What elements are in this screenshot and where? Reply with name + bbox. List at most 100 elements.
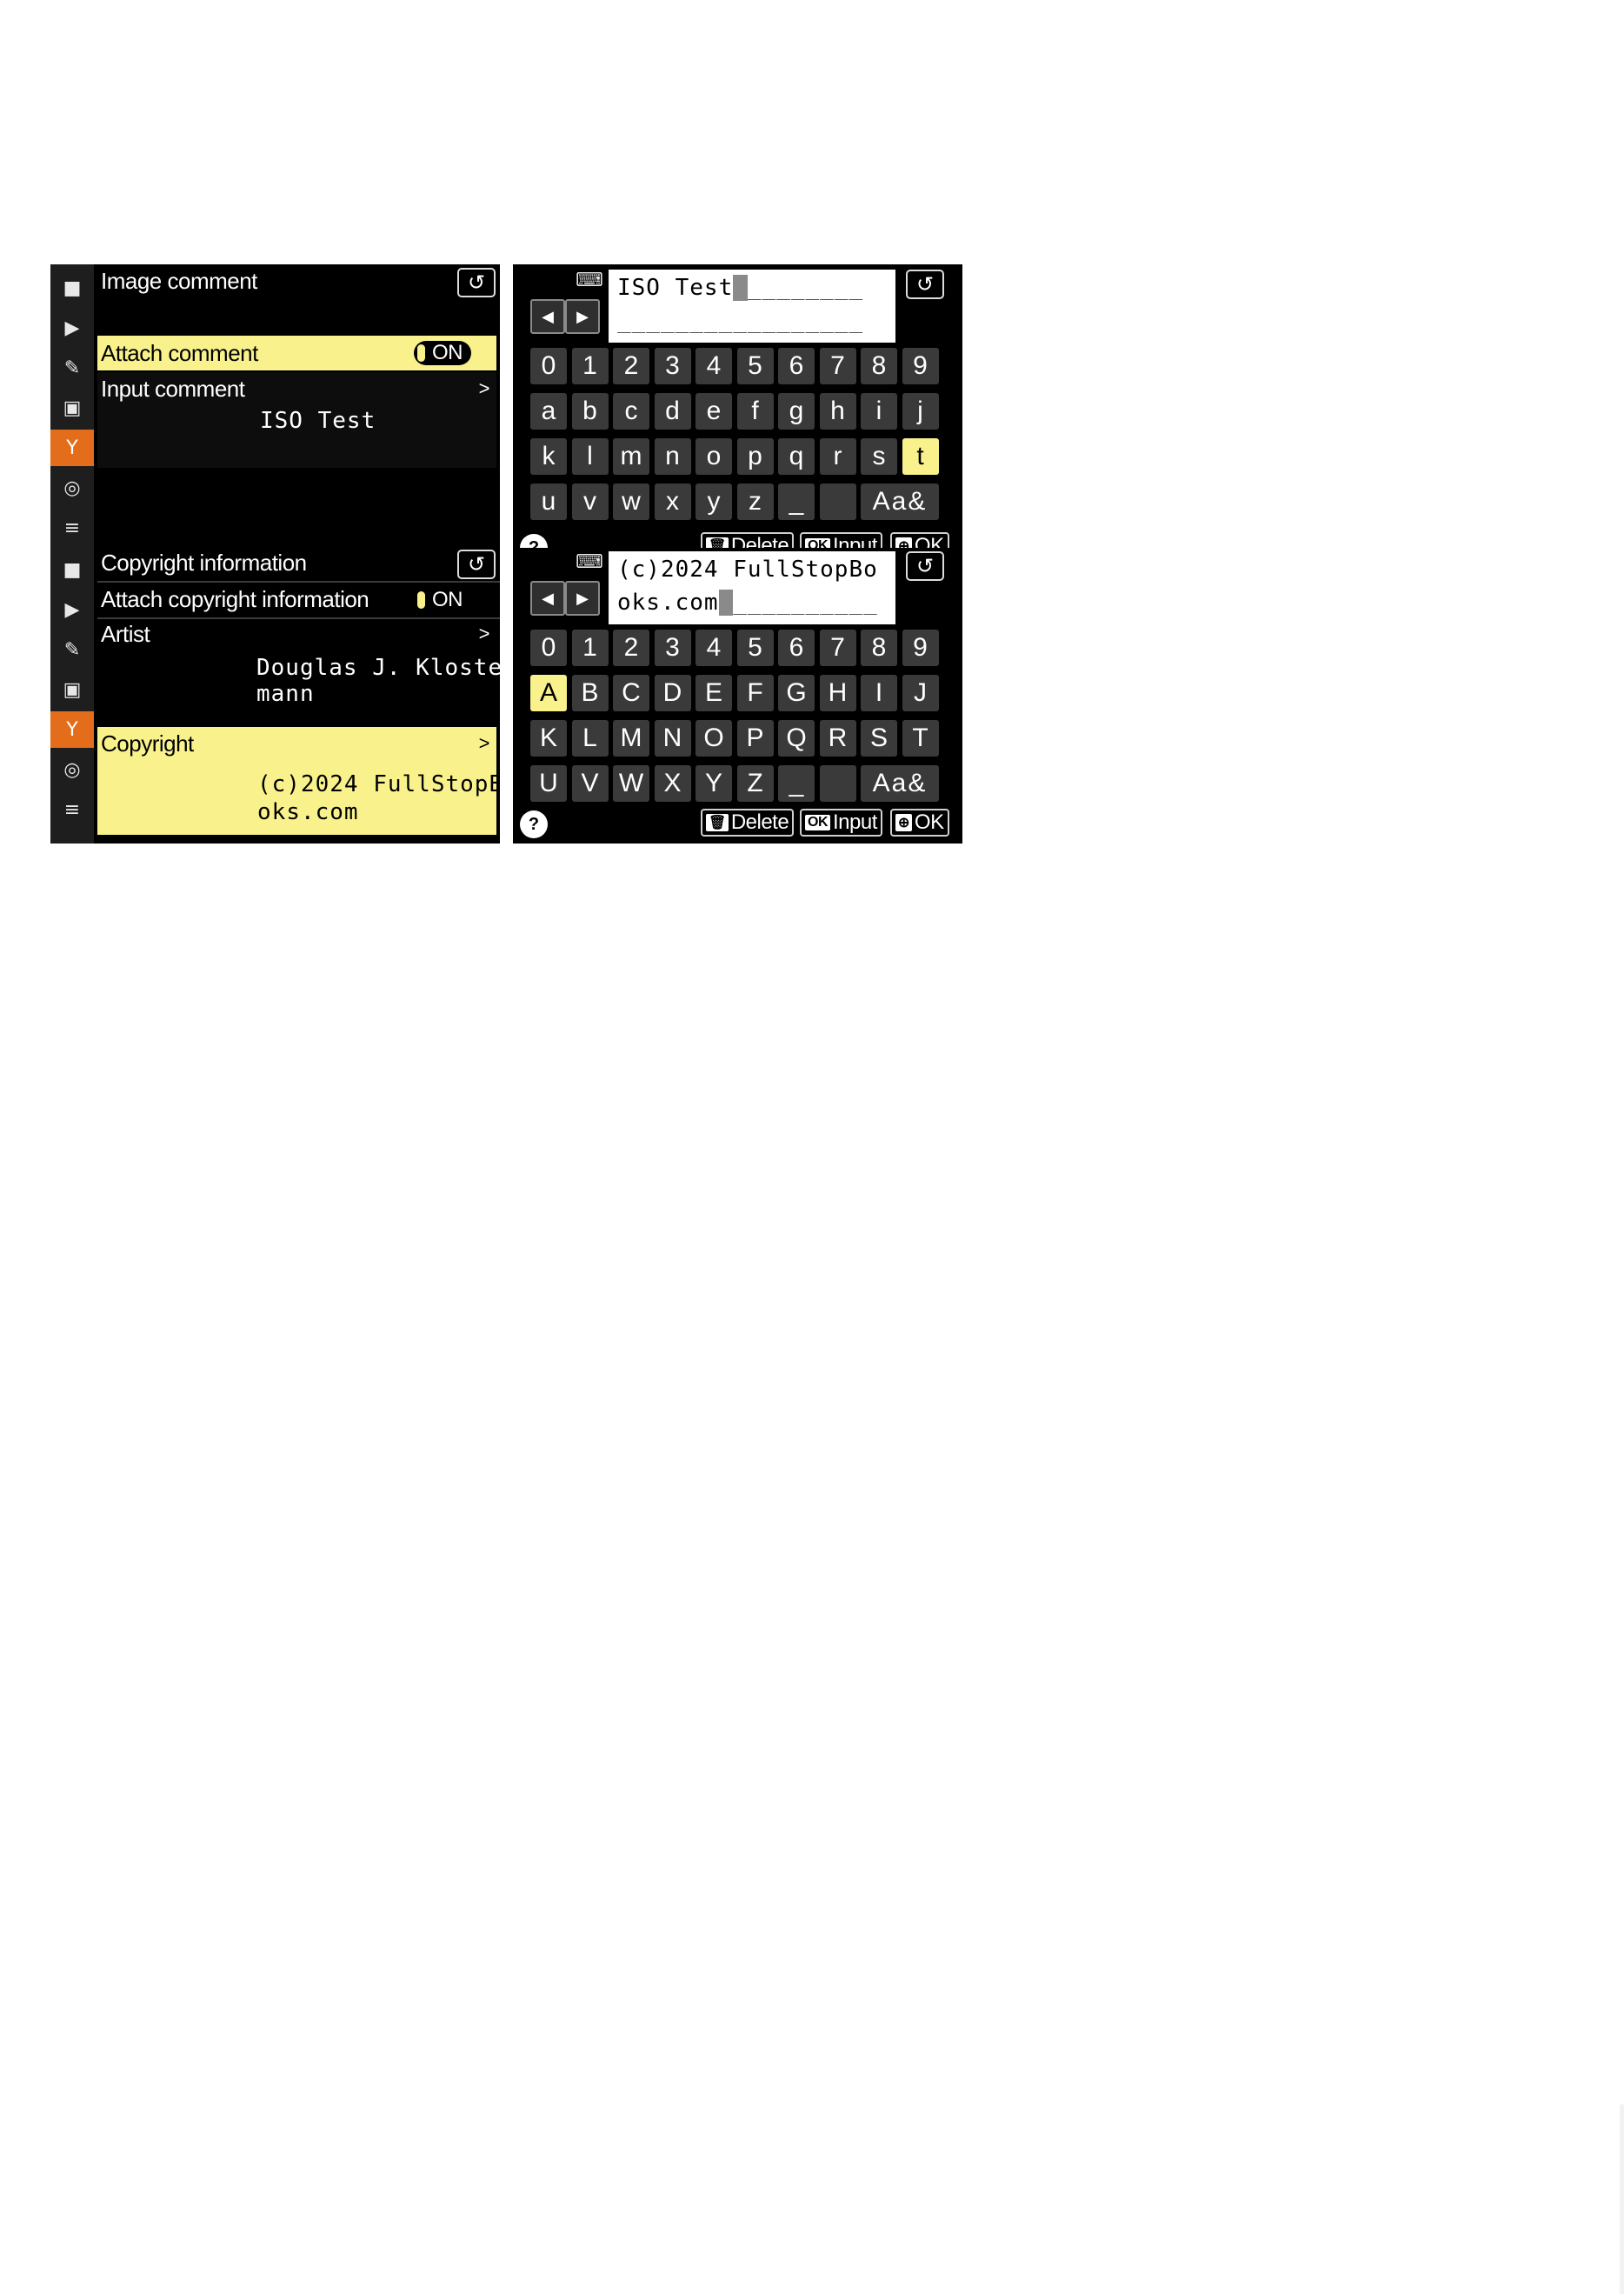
- movie-icon[interactable]: ▶: [50, 591, 94, 628]
- camera-icon[interactable]: ■: [50, 551, 94, 588]
- key[interactable]: e: [696, 393, 732, 430]
- key[interactable]: G: [778, 675, 815, 711]
- playback-icon[interactable]: ▣: [50, 390, 94, 426]
- wrench-icon[interactable]: Y: [50, 430, 94, 466]
- key[interactable]: M: [613, 720, 649, 757]
- key[interactable]: 0: [530, 630, 567, 666]
- key[interactable]: j: [902, 393, 939, 430]
- key[interactable]: 3: [654, 630, 691, 666]
- key[interactable]: L: [571, 720, 609, 757]
- key[interactable]: T: [902, 720, 939, 757]
- case-toggle-key[interactable]: Aa&: [861, 483, 939, 520]
- attach-copyright-toggle[interactable]: ON: [414, 588, 471, 612]
- key[interactable]: g: [778, 393, 815, 430]
- key[interactable]: 9: [902, 348, 939, 384]
- key[interactable]: F: [736, 675, 774, 711]
- attach-comment-row[interactable]: Attach comment ON: [97, 336, 496, 370]
- my-menu-icon[interactable]: ≡: [50, 510, 94, 546]
- help-icon[interactable]: ?: [520, 810, 548, 838]
- key[interactable]: m: [613, 438, 649, 475]
- my-menu-icon[interactable]: ≡: [50, 791, 94, 828]
- pencil-icon[interactable]: ✎: [50, 350, 94, 386]
- key[interactable]: P: [736, 720, 774, 757]
- key[interactable]: 6: [778, 630, 815, 666]
- key[interactable]: N: [654, 720, 691, 757]
- cursor-left-button[interactable]: ◀: [530, 299, 565, 334]
- key[interactable]: B: [571, 675, 609, 711]
- ok-button[interactable]: ⊕ OK: [890, 532, 949, 548]
- key[interactable]: H: [819, 675, 856, 711]
- key[interactable]: 5: [736, 630, 774, 666]
- movie-icon[interactable]: ▶: [50, 310, 94, 346]
- attach-comment-toggle[interactable]: ON: [414, 341, 471, 365]
- copyright-row[interactable]: Copyright > (c)2024 FullStopBo oks.com: [97, 727, 500, 835]
- playback-icon[interactable]: ▣: [50, 671, 94, 708]
- key[interactable]: 2: [613, 630, 649, 666]
- key[interactable]: a: [530, 393, 567, 430]
- camera-icon[interactable]: ■: [50, 270, 94, 306]
- key[interactable]: 8: [861, 630, 897, 666]
- delete-button[interactable]: 🗑 Delete: [701, 532, 795, 548]
- key[interactable]: f: [736, 393, 774, 430]
- key[interactable]: 6: [778, 348, 815, 384]
- text-entry-field[interactable]: (c)2024 FullStopBo oks.com __________: [609, 551, 895, 624]
- key[interactable]: X: [654, 765, 691, 802]
- key[interactable]: z: [736, 483, 774, 520]
- help-icon[interactable]: ?: [520, 534, 548, 548]
- back-button[interactable]: ↺: [457, 268, 496, 297]
- key[interactable]: s: [861, 438, 897, 475]
- key[interactable]: w: [613, 483, 649, 520]
- key[interactable]: 1: [571, 630, 609, 666]
- key[interactable]: o: [696, 438, 732, 475]
- case-toggle-key[interactable]: Aa&: [861, 765, 939, 802]
- key[interactable]: Q: [778, 720, 815, 757]
- key[interactable]: E: [696, 675, 732, 711]
- cursor-right-button[interactable]: ▶: [565, 581, 600, 616]
- key[interactable]: i: [861, 393, 897, 430]
- key[interactable]: J: [902, 675, 939, 711]
- key[interactable]: _: [778, 483, 815, 520]
- key[interactable]: v: [571, 483, 609, 520]
- pencil-icon[interactable]: ✎: [50, 631, 94, 668]
- key[interactable]: h: [819, 393, 856, 430]
- key[interactable]: 9: [902, 630, 939, 666]
- network-icon[interactable]: ◎: [50, 470, 94, 506]
- key[interactable]: 1: [571, 348, 609, 384]
- key[interactable]: y: [696, 483, 732, 520]
- key[interactable]: 8: [861, 348, 897, 384]
- text-entry-field[interactable]: ISO Test ________ _________________: [609, 270, 895, 343]
- key[interactable]: r: [819, 438, 856, 475]
- key[interactable]: t: [902, 438, 939, 475]
- key[interactable]: Z: [736, 765, 774, 802]
- key[interactable]: k: [530, 438, 567, 475]
- cursor-right-button[interactable]: ▶: [565, 299, 600, 334]
- artist-row[interactable]: Artist > Douglas J. Kloster mann: [97, 619, 500, 715]
- key-space[interactable]: [819, 765, 856, 802]
- key[interactable]: Y: [696, 765, 732, 802]
- key[interactable]: I: [861, 675, 897, 711]
- key[interactable]: x: [654, 483, 691, 520]
- key[interactable]: q: [778, 438, 815, 475]
- key[interactable]: 7: [819, 348, 856, 384]
- attach-copyright-row[interactable]: Attach copyright information ON: [97, 583, 496, 617]
- key[interactable]: 2: [613, 348, 649, 384]
- input-comment-row[interactable]: Input comment > ISO Test: [97, 372, 496, 468]
- input-button[interactable]: OK Input: [800, 809, 882, 837]
- key[interactable]: C: [613, 675, 649, 711]
- back-button[interactable]: ↺: [906, 551, 944, 581]
- key[interactable]: u: [530, 483, 567, 520]
- key[interactable]: U: [530, 765, 567, 802]
- back-button[interactable]: ↺: [457, 550, 496, 579]
- key[interactable]: d: [654, 393, 691, 430]
- key[interactable]: 5: [736, 348, 774, 384]
- key[interactable]: 7: [819, 630, 856, 666]
- key[interactable]: O: [696, 720, 732, 757]
- key[interactable]: c: [613, 393, 649, 430]
- back-button[interactable]: ↺: [906, 270, 944, 299]
- network-icon[interactable]: ◎: [50, 751, 94, 788]
- key[interactable]: 4: [696, 630, 732, 666]
- key[interactable]: l: [571, 438, 609, 475]
- key[interactable]: D: [654, 675, 691, 711]
- key[interactable]: _: [778, 765, 815, 802]
- key[interactable]: V: [571, 765, 609, 802]
